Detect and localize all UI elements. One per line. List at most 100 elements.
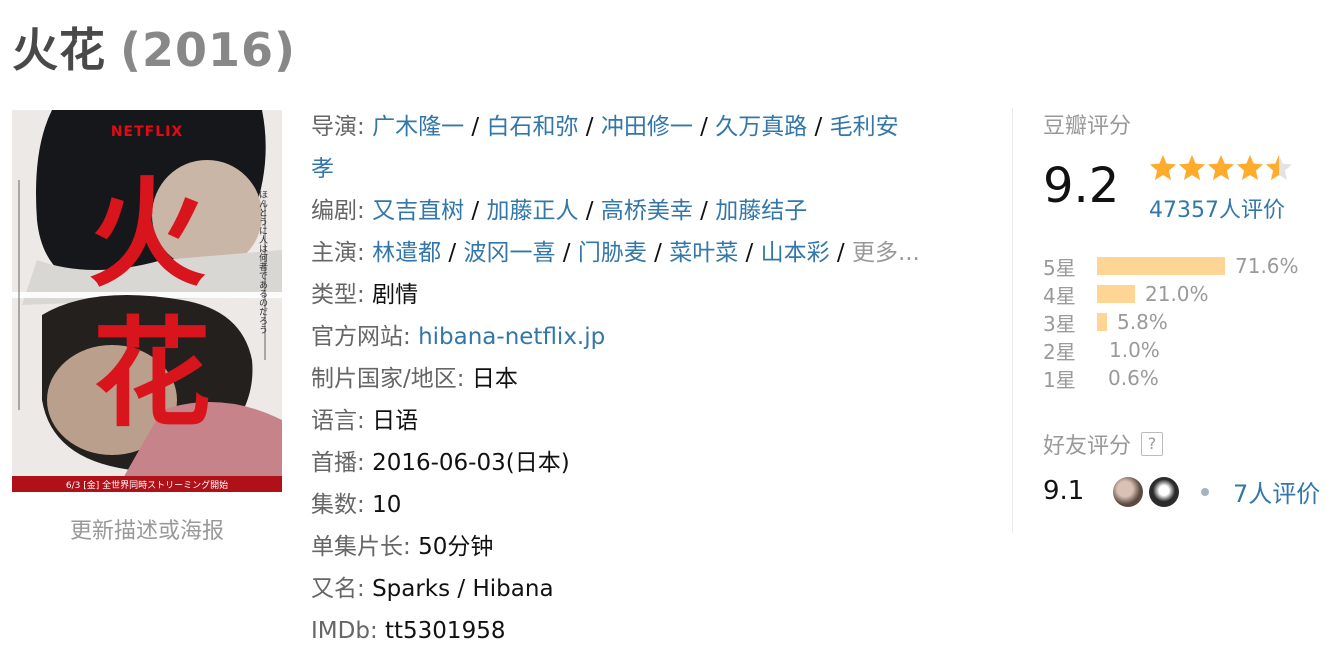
aka-value: Sparks / Hibana bbox=[372, 576, 554, 602]
country-value: 日本 bbox=[471, 366, 518, 392]
director-link[interactable]: 久万真路 bbox=[715, 114, 807, 140]
writer-label: 编剧: bbox=[311, 198, 365, 224]
rating-bar-row: 3星 5.8% bbox=[1043, 308, 1333, 336]
avatar[interactable] bbox=[1113, 477, 1143, 507]
page-title: 火花 (2016) bbox=[12, 14, 296, 80]
netflix-logo: NETFLIX bbox=[111, 124, 183, 140]
rating-bar-row: 2星 1.0% bbox=[1043, 336, 1333, 364]
rating-label: 豆瓣评分 bbox=[1043, 114, 1132, 139]
star-icon bbox=[1237, 155, 1263, 180]
aka-label: 又名: bbox=[311, 576, 365, 602]
website-row: 官方网站: hibana-netflix.jp bbox=[311, 316, 981, 358]
rating-bar bbox=[1097, 313, 1107, 331]
rating-bar-row: 4星 21.0% bbox=[1043, 280, 1333, 308]
imdb-row: IMDb: tt5301958 bbox=[311, 610, 981, 652]
star-icon bbox=[1208, 155, 1234, 180]
rating-stars bbox=[1149, 154, 1294, 184]
writer-link[interactable]: 高桥美幸 bbox=[601, 198, 693, 224]
director-link[interactable]: 广木隆一 bbox=[372, 114, 464, 140]
aka-row: 又名: Sparks / Hibana bbox=[311, 568, 981, 610]
director-link[interactable]: 冲田修一 bbox=[601, 114, 693, 140]
website-label: 官方网站: bbox=[311, 324, 411, 350]
star-level-label: 2星 bbox=[1043, 339, 1076, 364]
rating-percent: 0.6% bbox=[1108, 366, 1159, 390]
help-icon[interactable]: ? bbox=[1141, 432, 1164, 456]
star-icon bbox=[1179, 155, 1205, 180]
poster-side-text: ほんとうに人は何者であるのだろう bbox=[257, 190, 268, 334]
director-row-wrap: 孝 bbox=[311, 148, 981, 190]
runtime-label: 单集片长: bbox=[311, 534, 411, 560]
writer-row: 编剧: 又吉直树 / 加藤正人 / 高桥美幸 / 加藤结子 bbox=[311, 198, 808, 224]
cast-link[interactable]: 山本彩 bbox=[761, 240, 830, 266]
update-description-link[interactable]: 更新描述或海报 bbox=[12, 513, 282, 545]
writer-link[interactable]: 加藤正人 bbox=[486, 198, 578, 224]
language-value: 日语 bbox=[372, 408, 419, 434]
rating-panel: 豆瓣评分 9.2 47357人评价 5星 71.6% 4星 21.0% 3星 5.8% 2星… bbox=[1012, 108, 1332, 533]
poster-release-text: 6/3 [金] 全世界同時ストリーミング開始 bbox=[66, 479, 228, 491]
director-link[interactable]: 白石和弥 bbox=[486, 114, 578, 140]
rating-percent: 5.8% bbox=[1117, 310, 1168, 334]
star-level-label: 1星 bbox=[1043, 367, 1076, 392]
rating-bar bbox=[1097, 369, 1098, 387]
genre-label: 类型: bbox=[311, 282, 365, 308]
movie-year: (2016) bbox=[120, 23, 297, 77]
premiere-value: 2016-06-03(日本) bbox=[372, 450, 570, 476]
director-link-wrap[interactable]: 孝 bbox=[311, 156, 334, 182]
poster-image[interactable]: 火 花 NETFLIX 6/3 [金] 全世界同時ストリーミング開始 ほんとうに… bbox=[12, 110, 282, 492]
country-row: 制片国家/地区: 日本 bbox=[311, 358, 981, 400]
language-row: 语言: 日语 bbox=[311, 400, 981, 442]
episodes-row: 集数: 10 bbox=[311, 484, 981, 526]
star-icon bbox=[1266, 155, 1292, 180]
star-level-label: 4星 bbox=[1043, 283, 1076, 308]
friend-rating-score: 9.1 bbox=[1043, 476, 1085, 506]
director-label: 导演: bbox=[311, 114, 365, 140]
cast-row: 主演: 林遣都 / 波冈一喜 / 门胁麦 / 菜叶菜 / 山本彩 / 更多... bbox=[311, 240, 920, 266]
poster-artwork: 火 花 NETFLIX 6/3 [金] 全世界同時ストリーミング開始 ほんとうに… bbox=[12, 110, 282, 492]
rating-distribution: 5星 71.6% 4星 21.0% 3星 5.8% 2星 1.0% 1星 0.6% bbox=[1043, 252, 1333, 392]
rating-bar bbox=[1097, 257, 1225, 275]
cast-label: 主演: bbox=[311, 240, 365, 266]
movie-title: 火花 bbox=[12, 23, 106, 77]
episodes-label: 集数: bbox=[311, 492, 365, 518]
rating-score: 9.2 bbox=[1043, 158, 1120, 214]
poster-title-char-1: 火 bbox=[88, 164, 206, 303]
writer-link[interactable]: 又吉直树 bbox=[372, 198, 464, 224]
avatar[interactable] bbox=[1201, 488, 1209, 496]
genre-value: 剧情 bbox=[372, 282, 419, 308]
director-link[interactable]: 毛利安 bbox=[830, 114, 899, 140]
info-panel: 导演: 广木隆一 / 白石和弥 / 冲田修一 / 久万真路 / 毛利安 孝 编剧… bbox=[311, 106, 981, 652]
poster-title-char-2: 花 bbox=[93, 304, 211, 443]
rating-percent: 1.0% bbox=[1109, 338, 1160, 362]
country-label: 制片国家/地区: bbox=[311, 366, 465, 392]
avatar[interactable] bbox=[1149, 477, 1179, 507]
friend-rating-header: 好友评分 ? bbox=[1043, 428, 1164, 460]
rating-percent: 21.0% bbox=[1145, 282, 1209, 306]
rating-count-link[interactable]: 47357人评价 bbox=[1149, 192, 1285, 224]
rating-percent: 71.6% bbox=[1235, 254, 1299, 278]
premiere-row: 首播: 2016-06-03(日本) bbox=[311, 442, 981, 484]
cast-link[interactable]: 林遣都 bbox=[372, 240, 441, 266]
friend-count-link[interactable]: 7人评价 bbox=[1233, 474, 1320, 509]
language-label: 语言: bbox=[311, 408, 365, 434]
premiere-label: 首播: bbox=[311, 450, 365, 476]
cast-link[interactable]: 波冈一喜 bbox=[463, 240, 555, 266]
runtime-value: 50分钟 bbox=[418, 534, 494, 560]
imdb-value: tt5301958 bbox=[385, 618, 506, 644]
rating-bar-row: 5星 71.6% bbox=[1043, 252, 1333, 280]
cast-link[interactable]: 门胁麦 bbox=[578, 240, 647, 266]
imdb-label: IMDb: bbox=[311, 618, 378, 644]
rating-bar bbox=[1097, 285, 1135, 303]
star-level-label: 5星 bbox=[1043, 255, 1076, 280]
rating-bar-row: 1星 0.6% bbox=[1043, 364, 1333, 392]
star-icon bbox=[1150, 155, 1176, 180]
cast-link[interactable]: 菜叶菜 bbox=[669, 240, 738, 266]
writer-link[interactable]: 加藤结子 bbox=[715, 198, 807, 224]
website-link[interactable]: hibana-netflix.jp bbox=[418, 324, 605, 350]
friend-rating-label: 好友评分 bbox=[1043, 434, 1132, 459]
cast-more-link[interactable]: 更多... bbox=[852, 240, 920, 266]
genre-row: 类型: 剧情 bbox=[311, 274, 981, 316]
friend-avatars bbox=[1113, 477, 1209, 507]
episodes-value: 10 bbox=[372, 492, 402, 518]
runtime-row: 单集片长: 50分钟 bbox=[311, 526, 981, 568]
rating-bar bbox=[1097, 341, 1099, 359]
